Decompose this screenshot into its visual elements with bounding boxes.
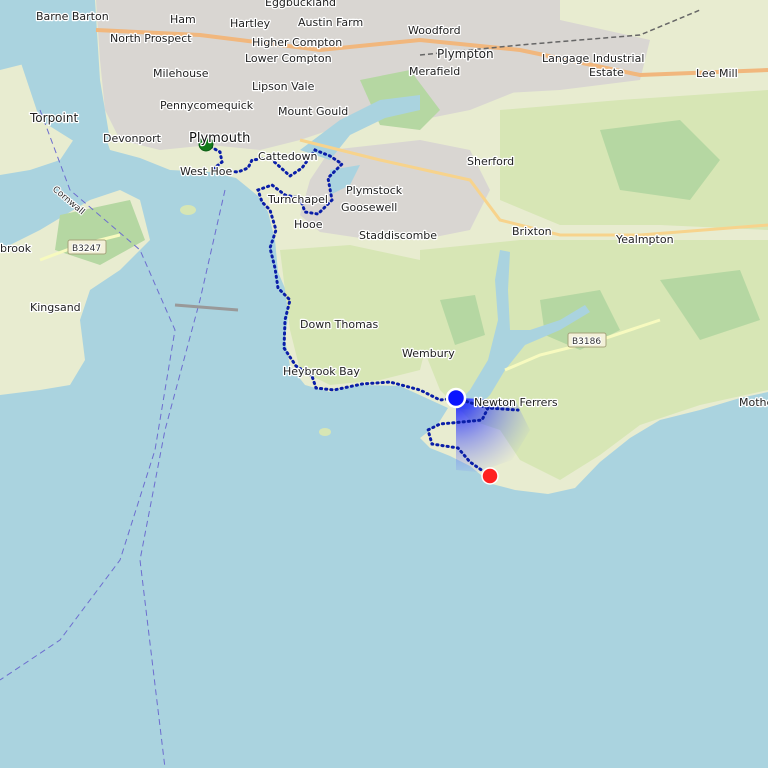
road-shield-label: B3186 <box>572 337 601 347</box>
place-label: Turnchapel <box>267 193 328 206</box>
place-label: Langage Industrial <box>542 52 644 65</box>
drake-island <box>180 205 196 215</box>
road-shield-b3186: B3186 <box>567 332 607 348</box>
fields-coast <box>280 245 430 385</box>
place-label: Lower Compton <box>245 52 332 65</box>
place-label: North Prospect <box>110 32 192 45</box>
place-label: Down Thomas <box>300 318 379 331</box>
place-label: Newton Ferrers <box>474 396 558 409</box>
place-label: Mothe <box>739 396 768 409</box>
place-label: Eggbuckland <box>265 0 336 9</box>
place-label: Heybrook Bay <box>283 365 360 378</box>
place-label: Goosewell <box>341 201 397 214</box>
place-label: Hartley <box>230 17 271 30</box>
place-label: Pennycomequick <box>160 99 254 112</box>
road-shield-b3247: B3247 <box>67 239 107 255</box>
place-label: Torpoint <box>29 111 78 125</box>
place-label: Plympton <box>437 47 494 61</box>
place-label: Milehouse <box>153 67 209 80</box>
place-label: Austin Farm <box>298 16 363 29</box>
place-label: Lipson Vale <box>252 80 315 93</box>
place-label: Hooe <box>294 218 323 231</box>
current-position-marker[interactable] <box>445 387 467 409</box>
place-label: Ham <box>170 13 196 26</box>
place-label: Kingsand <box>30 301 81 314</box>
place-label: Higher Compton <box>252 36 342 49</box>
end-marker[interactable] <box>481 467 499 485</box>
place-label: Brixton <box>512 225 552 238</box>
place-label: Lee Mill <box>696 67 738 80</box>
place-label: Staddiscombe <box>359 229 437 242</box>
mewstone-island <box>319 428 331 436</box>
place-label: Plymstock <box>346 184 403 197</box>
place-label: Sherford <box>467 155 514 168</box>
place-label: Barne Barton <box>36 10 109 23</box>
place-label: Plymouth <box>189 131 250 146</box>
place-label: Cattedown <box>258 150 318 163</box>
place-label: brook <box>0 242 32 255</box>
place-label: West Hoe <box>180 165 233 178</box>
place-label: Yealmpton <box>615 233 674 246</box>
map-layer[interactable]: B3247 B3186 Cornwall Eggbuckland Barne B… <box>0 0 768 768</box>
place-label: Estate <box>589 66 624 79</box>
place-label: Devonport <box>103 132 162 145</box>
map-canvas[interactable]: B3247 B3186 Cornwall Eggbuckland Barne B… <box>0 0 768 768</box>
place-label: Wembury <box>402 347 455 360</box>
place-label: Woodford <box>408 24 461 37</box>
road-shield-label: B3247 <box>72 244 101 254</box>
place-label: Mount Gould <box>278 105 348 118</box>
place-label: Merafield <box>409 65 460 78</box>
